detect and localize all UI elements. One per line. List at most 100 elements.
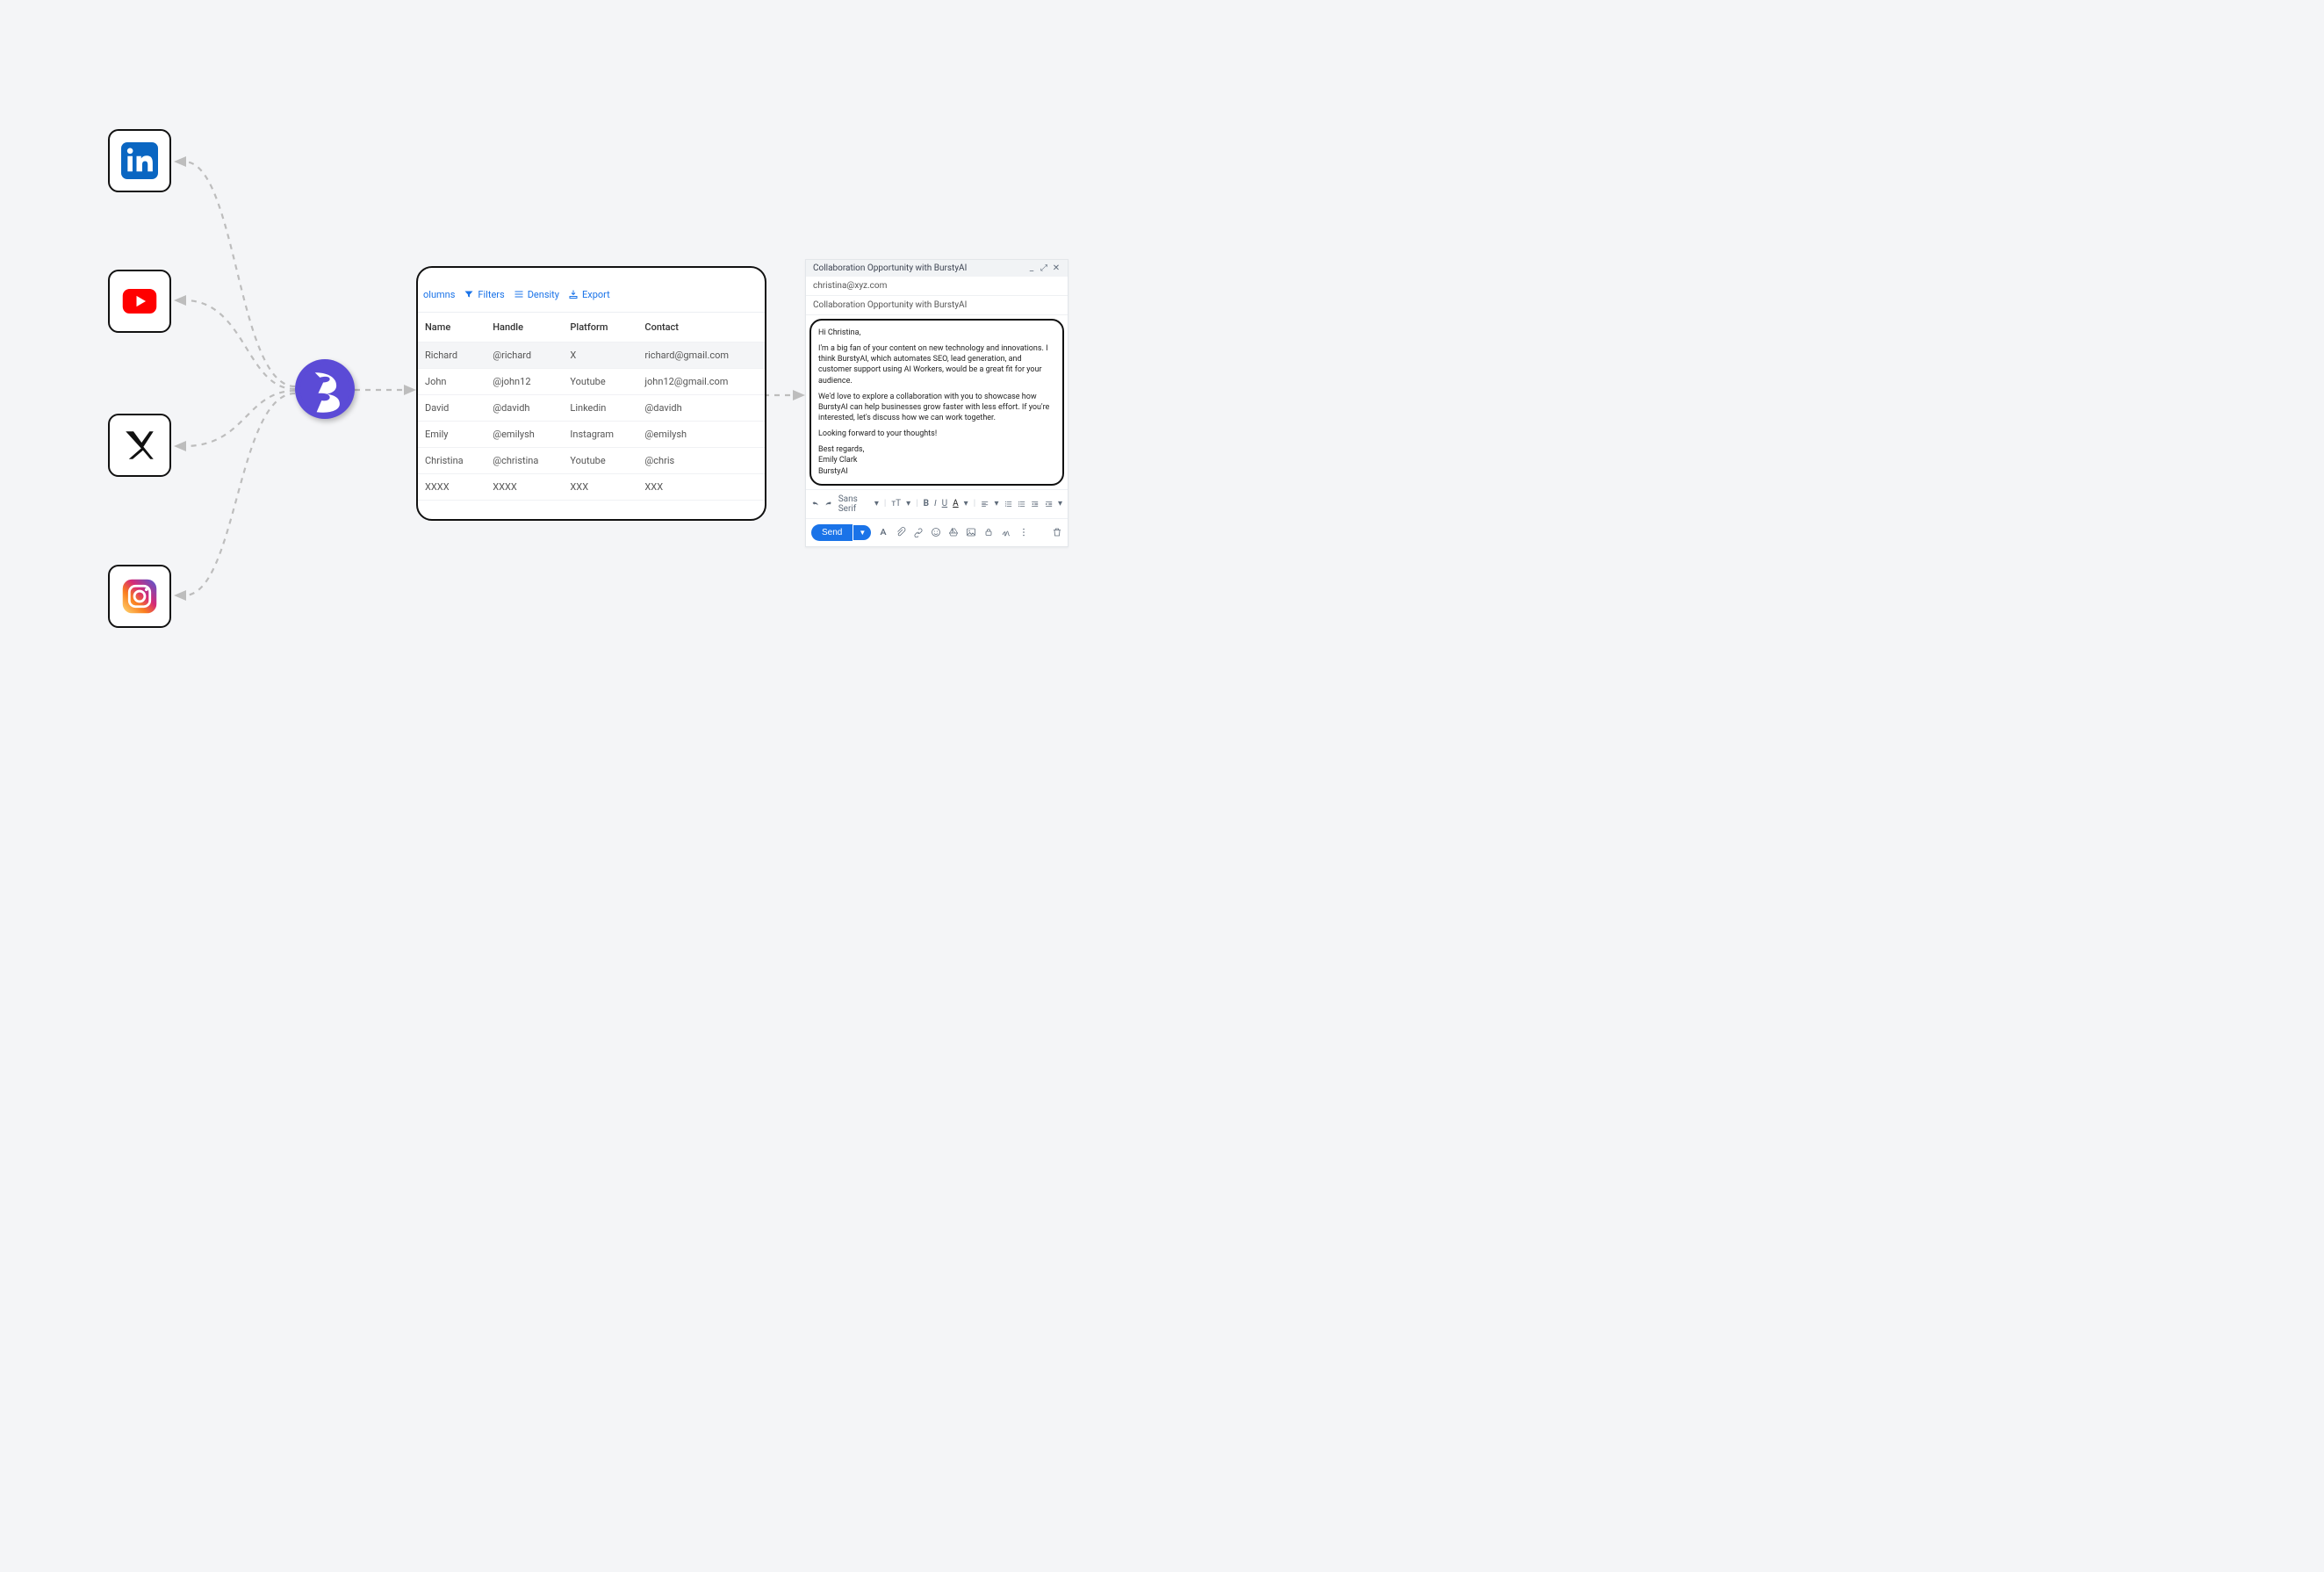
export-label: Export [582, 289, 610, 300]
minimize-icon[interactable]: _ [1027, 263, 1036, 273]
cell-contact: @davidh [637, 395, 765, 422]
youtube-icon [121, 283, 158, 320]
text-color-chevron[interactable]: ▾ [964, 499, 968, 508]
cell-contact: @chris [637, 448, 765, 474]
col-platform: Platform [563, 313, 637, 343]
font-size-icon[interactable]: тT [891, 499, 901, 508]
x-tile [108, 414, 171, 477]
emoji-icon[interactable] [931, 527, 941, 537]
bullet-list-icon[interactable] [1018, 499, 1025, 509]
table-row[interactable]: Emily@emilyshInstagram@emilysh [418, 422, 765, 448]
email-compose-window: Collaboration Opportunity with BurstyAI … [805, 259, 1068, 547]
body-p3: We'd love to explore a collaboration wit… [818, 392, 1055, 423]
cell-name: John [418, 369, 486, 395]
sig-3: BurstyAI [818, 466, 1055, 477]
font-picker[interactable]: Sans Serif [838, 494, 869, 514]
linkedin-icon [121, 142, 158, 179]
close-icon[interactable]: ✕ [1052, 263, 1061, 273]
columns-button[interactable]: olumns [423, 289, 455, 300]
expand-icon[interactable]: ⤢ [1040, 263, 1048, 273]
contacts-table: Name Handle Platform Contact Richard@ric… [418, 313, 765, 501]
x-icon [121, 427, 158, 464]
col-name: Name [418, 313, 486, 343]
cell-name: Christina [418, 448, 486, 474]
cell-name: David [418, 395, 486, 422]
filter-icon [464, 289, 474, 299]
cell-platform: XXX [563, 474, 637, 501]
format-options-icon[interactable] [878, 527, 889, 537]
diagram-canvas: olumns Filters Density Export Name Handl… [0, 0, 1162, 786]
density-button[interactable]: Density [514, 289, 559, 300]
cell-handle: @davidh [486, 395, 563, 422]
send-button[interactable]: Send [811, 524, 853, 541]
confidential-icon[interactable] [983, 527, 994, 537]
italic-icon[interactable]: I [934, 499, 937, 508]
linkedin-tile [108, 129, 171, 192]
numbered-list-icon[interactable] [1004, 499, 1012, 509]
indent-more-icon[interactable] [1045, 499, 1053, 509]
cell-platform: Youtube [563, 448, 637, 474]
font-picker-chevron[interactable]: ▾ [874, 499, 879, 508]
compose-to[interactable]: christina@xyz.com [806, 277, 1068, 296]
table-row[interactable]: John@john12Youtubejohn12@gmail.com [418, 369, 765, 395]
contacts-table-panel: olumns Filters Density Export Name Handl… [416, 266, 766, 521]
drive-icon[interactable] [948, 527, 959, 537]
cell-platform: Linkedin [563, 395, 637, 422]
cell-contact: XXX [637, 474, 765, 501]
table-toolbar: olumns Filters Density Export [418, 268, 765, 313]
compose-body[interactable]: Hi Christina, I'm a big fan of your cont… [809, 319, 1064, 486]
cell-platform: Instagram [563, 422, 637, 448]
density-icon [514, 289, 524, 299]
bold-icon[interactable]: B [924, 499, 929, 508]
export-icon [568, 289, 579, 299]
export-button[interactable]: Export [568, 289, 610, 300]
format-more-chevron[interactable]: ▾ [1058, 499, 1062, 508]
cell-name: Emily [418, 422, 486, 448]
image-icon[interactable] [966, 527, 976, 537]
cell-handle: @christina [486, 448, 563, 474]
cell-handle: @richard [486, 343, 563, 369]
body-p4: Looking forward to your thoughts! [818, 429, 1055, 439]
filters-button[interactable]: Filters [464, 289, 504, 300]
compose-subject[interactable]: Collaboration Opportunity with BurstyAI [806, 296, 1068, 315]
sig-2: Emily Clark [818, 455, 1055, 465]
filters-label: Filters [478, 289, 504, 300]
redo-icon[interactable] [824, 499, 832, 509]
col-handle: Handle [486, 313, 563, 343]
attach-icon[interactable] [896, 527, 906, 537]
trash-icon[interactable] [1052, 527, 1062, 537]
indent-less-icon[interactable] [1031, 499, 1039, 509]
table-header-row: Name Handle Platform Contact [418, 313, 765, 343]
undo-icon[interactable] [811, 499, 819, 509]
table-row[interactable]: XXXXXXXXXXXXXX [418, 474, 765, 501]
format-toolbar: Sans Serif ▾ | тT ▾ | B I U A ▾ | ▾ ▾ [806, 489, 1068, 519]
align-icon[interactable] [981, 499, 989, 509]
cell-name: Richard [418, 343, 486, 369]
send-dropdown[interactable]: ▼ [853, 525, 871, 540]
cell-contact: john12@gmail.com [637, 369, 765, 395]
columns-label: olumns [423, 289, 455, 300]
instagram-tile [108, 565, 171, 628]
table-row[interactable]: David@davidhLinkedin@davidh [418, 395, 765, 422]
signature-icon[interactable] [1001, 527, 1011, 537]
action-toolbar: Send ▼ [806, 519, 1068, 546]
cell-contact: richard@gmail.com [637, 343, 765, 369]
underline-icon[interactable]: U [942, 499, 947, 508]
font-size-chevron[interactable]: ▾ [906, 499, 910, 508]
cell-handle: XXXX [486, 474, 563, 501]
table-row[interactable]: Richard@richardXrichard@gmail.com [418, 343, 765, 369]
link-icon[interactable] [913, 527, 924, 537]
more-icon[interactable] [1018, 527, 1029, 537]
compose-header: Collaboration Opportunity with BurstyAI … [806, 260, 1068, 277]
text-color-icon[interactable]: A [953, 499, 959, 508]
cell-contact: @emilysh [637, 422, 765, 448]
cell-platform: X [563, 343, 637, 369]
table-row[interactable]: Christina@christinaYoutube@chris [418, 448, 765, 474]
send-group: Send ▼ [811, 524, 871, 541]
cell-handle: @emilysh [486, 422, 563, 448]
youtube-tile [108, 270, 171, 333]
cell-name: XXXX [418, 474, 486, 501]
col-contact: Contact [637, 313, 765, 343]
align-chevron[interactable]: ▾ [995, 499, 999, 508]
body-p2: I'm a big fan of your content on new tec… [818, 343, 1055, 386]
